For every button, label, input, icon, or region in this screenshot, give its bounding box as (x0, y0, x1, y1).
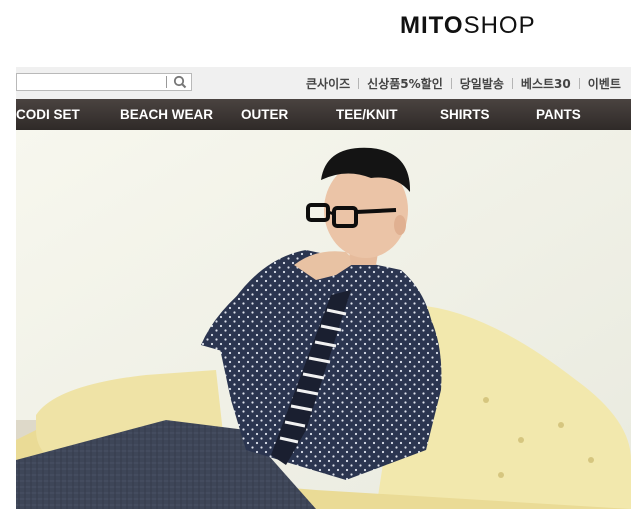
util-link-same-day[interactable]: 당일발송 (460, 75, 504, 92)
site-logo[interactable]: MITOSHOP (400, 12, 536, 40)
logo-regular-text: SHOP (463, 12, 536, 39)
util-divider (358, 77, 360, 89)
nav-item-shirts[interactable]: SHIRTS (440, 99, 490, 130)
hero-banner[interactable] (16, 130, 631, 509)
nav-item-codi-set[interactable]: CODI SET (16, 99, 80, 130)
search-input[interactable] (19, 75, 163, 89)
search-box (16, 73, 192, 91)
model-photo (16, 130, 631, 509)
logo-bold-text: MITO (400, 12, 464, 39)
search-divider (166, 76, 167, 88)
util-divider (578, 77, 580, 89)
util-divider (511, 77, 513, 89)
util-divider (450, 77, 452, 89)
nav-item-outer[interactable]: OUTER (241, 99, 288, 130)
util-link-big-size[interactable]: 큰사이즈 (306, 75, 350, 92)
nav-item-pants[interactable]: PANTS (536, 99, 581, 130)
utility-bar: 큰사이즈 신상품5%할인 당일발송 베스트30 이벤트 (16, 67, 631, 99)
util-links: 큰사이즈 신상품5%할인 당일발송 베스트30 이벤트 (306, 67, 621, 99)
nav-item-tee-knit[interactable]: TEE/KNIT (336, 99, 398, 130)
util-link-new-discount[interactable]: 신상품5%할인 (367, 75, 443, 92)
search-button[interactable] (170, 74, 190, 90)
nav-item-beach-wear[interactable]: BEACH WEAR (120, 99, 213, 130)
search-icon (173, 75, 187, 89)
category-nav: CODI SET BEACH WEAR OUTER TEE/KNIT SHIRT… (16, 99, 631, 130)
util-link-event[interactable]: 이벤트 (588, 75, 621, 92)
util-link-best30[interactable]: 베스트30 (521, 75, 571, 92)
